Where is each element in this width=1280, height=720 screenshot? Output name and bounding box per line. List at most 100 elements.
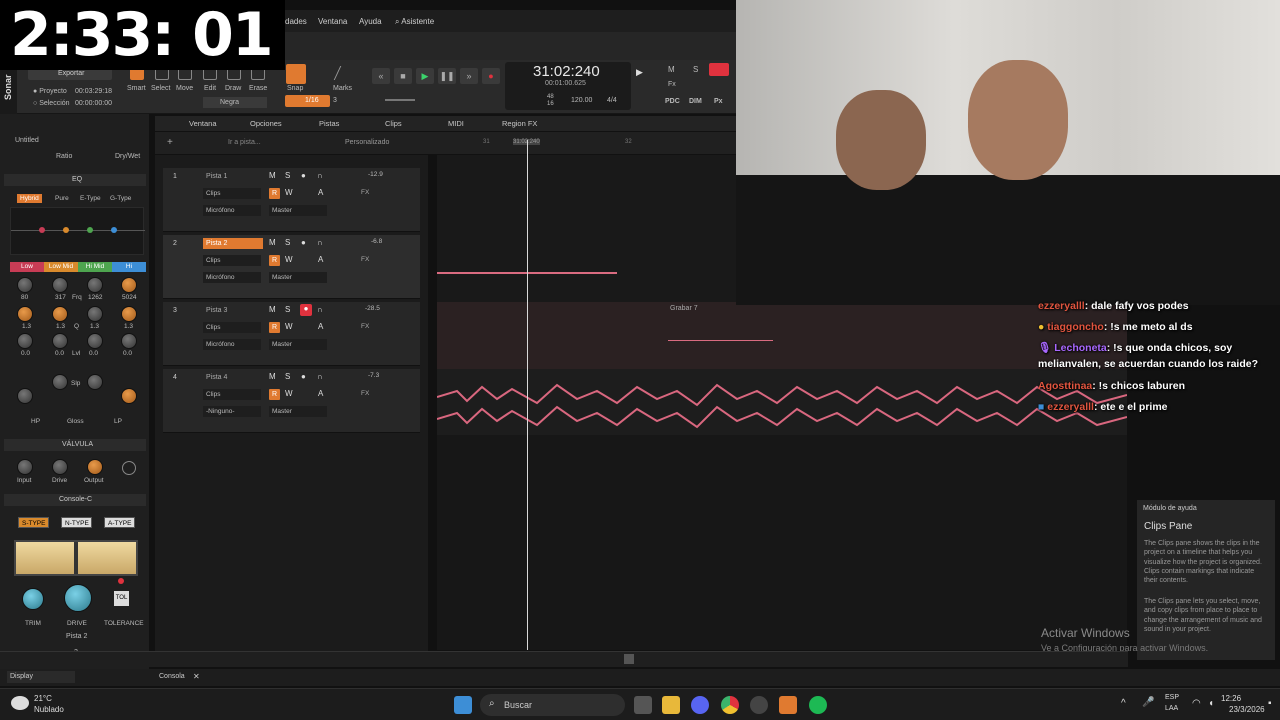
scroll-bar[interactable] — [0, 651, 1128, 667]
fx-label[interactable]: FX — [361, 189, 369, 196]
mute-button[interactable]: M — [269, 305, 276, 314]
view-menu-regionfx[interactable]: Region FX — [502, 119, 537, 128]
fx-label[interactable]: FX — [361, 323, 369, 330]
eq-freq-low-knob[interactable] — [17, 277, 33, 293]
hp-knob[interactable] — [17, 388, 33, 404]
mute-button[interactable]: M — [269, 238, 276, 247]
track-2[interactable]: 2 Pista 2 M S ● ∩ -6.8 Clips R W A FX Mi… — [163, 235, 420, 299]
track-4-lane[interactable] — [437, 369, 1127, 435]
stop-button[interactable]: ■ — [394, 68, 412, 84]
read-automation-button[interactable]: R — [269, 389, 280, 400]
fast-forward-button[interactable]: » — [460, 68, 478, 84]
track-1[interactable]: 1 Pista 1 M S ● ∩ -12.9 Clips R W A FX M… — [163, 168, 420, 232]
goto-track[interactable]: Ir a pista... — [228, 139, 261, 146]
track-name[interactable]: Pista 4 — [203, 372, 263, 383]
taskbar-search[interactable]: ⌕ Buscar — [480, 694, 625, 716]
daw-app-icon[interactable] — [779, 696, 797, 714]
track-name[interactable]: Pista 2 — [203, 238, 263, 249]
master-solo[interactable]: S — [693, 65, 698, 74]
playhead[interactable] — [527, 140, 528, 650]
clips-dropdown[interactable]: Clips — [203, 255, 261, 266]
microphone-icon[interactable]: 🎤 — [1142, 697, 1154, 708]
meter[interactable]: 4/4 — [607, 97, 617, 104]
record-button[interactable]: ● — [482, 68, 500, 84]
play-icon[interactable]: ▶ — [636, 67, 643, 78]
fx-label[interactable]: FX — [361, 256, 369, 263]
solo-button[interactable]: S — [285, 171, 290, 180]
solo-button[interactable]: S — [285, 305, 290, 314]
eq-mode-gtype[interactable]: G-Type — [110, 195, 131, 202]
master-record-icon[interactable] — [709, 63, 729, 76]
write-button[interactable]: W — [285, 188, 293, 197]
track-3-lane[interactable]: Grabar 7 — [437, 302, 1127, 369]
output-dropdown[interactable]: Master — [269, 406, 327, 417]
input-dropdown[interactable]: Micrófono — [203, 272, 261, 283]
track-4[interactable]: 4 Pista 4 M S ● ∩ -7.3 Clips R W A FX -N… — [163, 369, 420, 433]
snap-icon[interactable] — [286, 64, 306, 84]
read-automation-button[interactable]: R — [269, 188, 280, 199]
automation-button[interactable]: A — [318, 322, 323, 331]
solo-button[interactable]: S — [285, 372, 290, 381]
slope-hi-knob[interactable] — [87, 374, 103, 390]
monitor-icon[interactable]: ∩ — [317, 238, 323, 247]
track-name[interactable]: Pista 3 — [203, 305, 263, 316]
console-tab[interactable]: Consola — [159, 673, 185, 680]
console-trim-knob[interactable] — [22, 588, 44, 610]
menu-item-ayuda[interactable]: Ayuda — [359, 17, 382, 26]
band-low-mid[interactable]: Low Mid — [44, 262, 78, 272]
menu-item-asistente[interactable]: ⌕ Asistente — [395, 17, 434, 27]
track-volume[interactable]: -6.8 — [371, 238, 382, 245]
chrome-icon[interactable] — [721, 696, 739, 714]
band-hi[interactable]: Hi — [112, 262, 146, 272]
view-menu-opciones[interactable]: Opciones — [250, 119, 282, 128]
display-dropdown[interactable]: Display — [7, 671, 75, 683]
eq-gain-low-knob[interactable] — [17, 333, 33, 349]
solo-button[interactable]: S — [285, 238, 290, 247]
volume-icon[interactable]: ◖ — [1208, 698, 1214, 709]
eq-q-hi-knob[interactable] — [121, 306, 137, 322]
track-3[interactable]: 3 Pista 3 M S ● ∩ -28.5 Clips R W A FX M… — [163, 302, 420, 366]
view-menu-midi[interactable]: MIDI — [448, 119, 464, 128]
view-menu-ventana[interactable]: Ventana — [189, 119, 217, 128]
track-volume[interactable]: -12.9 — [368, 171, 383, 178]
valve-drive-knob[interactable] — [52, 459, 68, 475]
band-hi-mid[interactable]: Hi Mid — [78, 262, 112, 272]
clock-time[interactable]: 12:26 — [1221, 694, 1241, 703]
track-name[interactable]: Pista 1 — [203, 171, 263, 182]
clip-name[interactable]: Grabar 7 — [670, 305, 698, 312]
hp-label[interactable]: HP — [31, 418, 40, 425]
valve-input-knob[interactable] — [17, 459, 33, 475]
automation-button[interactable]: A — [318, 188, 323, 197]
clock-date[interactable]: 23/3/2026 — [1229, 705, 1265, 714]
write-button[interactable]: W — [285, 255, 293, 264]
tolerance-button[interactable]: TOL — [114, 591, 129, 606]
console-ntype-button[interactable]: N-TYPE — [61, 517, 92, 528]
eq-mode-hybrid[interactable]: Hybrid — [17, 194, 42, 203]
task-view-icon[interactable] — [634, 696, 652, 714]
windows-start-icon[interactable] — [454, 696, 472, 714]
menu-item-dades[interactable]: dades — [285, 17, 307, 26]
lp-label[interactable]: LP — [114, 418, 122, 425]
eq-mode-etype[interactable]: E-Type — [80, 195, 101, 202]
fx-label[interactable]: FX — [361, 390, 369, 397]
view-menu-clips[interactable]: Clips — [385, 119, 402, 128]
discord-icon[interactable] — [691, 696, 709, 714]
eq-freq-himid-knob[interactable] — [87, 277, 103, 293]
notifications-icon[interactable]: ▪ — [1268, 698, 1272, 709]
clips-dropdown[interactable]: Clips — [203, 188, 261, 199]
add-track-icon[interactable]: + — [167, 137, 173, 148]
rewind-button[interactable]: « — [372, 68, 390, 84]
arm-record-icon[interactable]: ● — [301, 372, 306, 381]
eq-q-lowmid-knob[interactable] — [52, 306, 68, 322]
console-atype-button[interactable]: A-TYPE — [104, 517, 135, 528]
eq-graph[interactable] — [10, 207, 145, 255]
play-button[interactable]: ▶ — [416, 68, 434, 84]
menu-item-ventana[interactable]: Ventana — [318, 17, 347, 26]
weather-icon[interactable] — [11, 696, 29, 710]
monitor-icon[interactable]: ∩ — [317, 171, 323, 180]
write-button[interactable]: W — [285, 389, 293, 398]
color-dropdown[interactable]: Negra — [203, 97, 267, 108]
valve-output-knob[interactable] — [87, 459, 103, 475]
monitor-icon[interactable]: ∩ — [317, 372, 323, 381]
steam-icon[interactable] — [750, 696, 768, 714]
